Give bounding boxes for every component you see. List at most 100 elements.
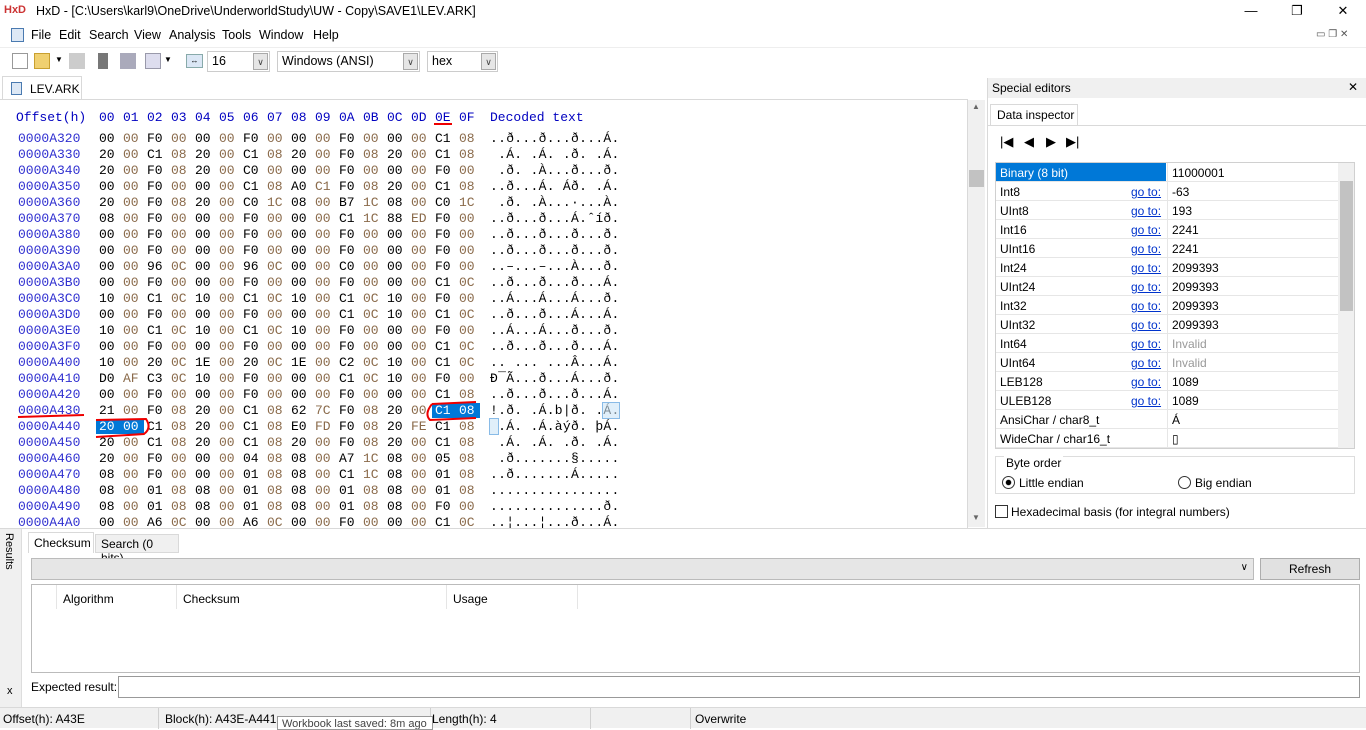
hex-byte[interactable]: F0 (147, 195, 163, 210)
hex-byte[interactable]: 00 (171, 339, 187, 354)
hex-byte[interactable]: 00 (291, 259, 307, 274)
hex-byte[interactable]: 00 (195, 227, 211, 242)
goto-link[interactable]: go to: (1131, 394, 1161, 408)
hex-byte[interactable]: 00 (411, 275, 427, 290)
menu-file[interactable]: File (31, 28, 51, 42)
hex-byte[interactable]: 08 (459, 419, 475, 434)
hex-byte[interactable]: 08 (363, 403, 379, 418)
hex-byte[interactable]: F0 (147, 307, 163, 322)
hex-byte[interactable]: 0C (267, 515, 283, 528)
hex-byte[interactable]: 10 (195, 371, 211, 386)
hex-byte[interactable]: 20 (387, 419, 403, 434)
hex-byte[interactable]: 00 (195, 179, 211, 194)
refresh-button[interactable]: Refresh (1260, 558, 1360, 580)
menu-help[interactable]: Help (313, 28, 339, 42)
hex-byte[interactable]: C1 (243, 323, 259, 338)
tab-lev-ark[interactable]: LEV.ARK (2, 76, 82, 100)
hex-byte[interactable]: C1 (435, 419, 451, 434)
hex-byte[interactable]: F0 (339, 147, 355, 162)
hex-byte[interactable]: 00 (219, 195, 235, 210)
bytes-per-row-select[interactable]: 16 ∨ (207, 51, 270, 72)
goto-link[interactable]: go to: (1131, 204, 1161, 218)
decoded-text[interactable]: ..ð...ð...ð...Á. (490, 339, 620, 354)
hex-byte[interactable]: 00 (459, 291, 475, 306)
tab-search[interactable]: Search (0 hits) (95, 534, 179, 565)
hex-byte[interactable]: C1 (435, 307, 451, 322)
hex-byte[interactable]: 08 (363, 147, 379, 162)
menu-search[interactable]: Search (89, 28, 129, 42)
hex-byte[interactable]: 00 (123, 179, 139, 194)
hex-byte[interactable]: 00 (123, 259, 139, 274)
hex-byte[interactable]: 00 (291, 243, 307, 258)
scroll-down-icon[interactable]: ▼ (972, 513, 980, 522)
hex-byte[interactable]: 0C (267, 355, 283, 370)
hex-byte[interactable]: 00 (387, 515, 403, 528)
hex-byte[interactable]: 00 (387, 227, 403, 242)
hex-byte[interactable]: C1 (435, 179, 451, 194)
hex-byte[interactable]: E0 (291, 419, 307, 434)
hex-byte[interactable]: 00 (411, 371, 427, 386)
decoded-text[interactable]: ..ð...ð...Á.ˆíð. (490, 211, 620, 226)
hex-byte[interactable]: 00 (315, 483, 331, 498)
hex-byte[interactable]: 20 (387, 403, 403, 418)
hex-byte[interactable]: 08 (291, 483, 307, 498)
inspector-row[interactable]: AnsiChar / char8_t Á (996, 410, 1338, 429)
hex-byte[interactable]: 00 (411, 131, 427, 146)
menu-tools[interactable]: Tools (222, 28, 251, 42)
inspector-row[interactable]: WideChar / char16_t ▯ (996, 429, 1338, 448)
inspector-row[interactable]: Int32 go to: 2099393 (996, 296, 1338, 315)
hex-byte[interactable]: 96 (243, 259, 259, 274)
hex-byte[interactable]: 00 (387, 323, 403, 338)
hex-byte[interactable]: C1 (147, 291, 163, 306)
hex-byte[interactable]: C1 (339, 307, 355, 322)
hex-byte[interactable]: 00 (459, 323, 475, 338)
decoded-text[interactable]: ..ð.......Á..... (490, 467, 620, 482)
hex-byte[interactable]: 08 (459, 179, 475, 194)
hex-byte[interactable]: 00 (291, 371, 307, 386)
hex-byte[interactable]: 10 (291, 291, 307, 306)
hex-byte[interactable]: 00 (219, 291, 235, 306)
hex-byte[interactable]: 21 (99, 403, 115, 418)
hex-byte[interactable]: 00 (219, 515, 235, 528)
goto-link[interactable]: go to: (1131, 185, 1161, 199)
hex-byte[interactable]: 01 (435, 467, 451, 482)
inspector-value[interactable]: 2099393 (1172, 280, 1219, 294)
inspector-value[interactable]: 2099393 (1172, 299, 1219, 313)
hex-byte[interactable]: 00 (219, 243, 235, 258)
hex-byte[interactable]: C0 (339, 259, 355, 274)
decoded-text[interactable]: !.ð. .Á.b|ð. .Á. (490, 403, 620, 418)
hex-byte[interactable]: 0C (459, 339, 475, 354)
hex-byte[interactable]: 08 (459, 451, 475, 466)
inspector-row[interactable]: Int64 go to: Invalid (996, 334, 1338, 353)
hex-byte[interactable]: 08 (387, 483, 403, 498)
hex-byte[interactable]: 08 (99, 483, 115, 498)
close-button[interactable]: ✕ (1320, 0, 1366, 24)
hex-byte[interactable]: F0 (339, 419, 355, 434)
hex-byte[interactable]: C1 (339, 467, 355, 482)
hex-byte[interactable]: 00 (291, 163, 307, 178)
hex-byte[interactable]: 00 (291, 515, 307, 528)
hex-byte[interactable]: F0 (339, 131, 355, 146)
hex-byte[interactable]: F0 (435, 259, 451, 274)
hex-byte[interactable]: 00 (315, 435, 331, 450)
hex-byte[interactable]: 00 (363, 387, 379, 402)
hex-byte[interactable]: 00 (171, 227, 187, 242)
hex-byte[interactable]: 1C (363, 467, 379, 482)
hex-byte[interactable]: 00 (315, 131, 331, 146)
hex-byte[interactable]: 08 (363, 499, 379, 514)
file-tools-icon[interactable] (145, 53, 161, 69)
hex-byte[interactable]: 00 (123, 339, 139, 354)
hex-byte[interactable]: 00 (120, 419, 144, 434)
hex-byte[interactable]: 01 (339, 483, 355, 498)
hex-byte[interactable]: C1 (435, 387, 451, 402)
hex-byte[interactable]: 1C (363, 195, 379, 210)
hex-byte[interactable]: 01 (243, 483, 259, 498)
hex-byte[interactable]: F0 (147, 227, 163, 242)
hex-byte[interactable]: 00 (459, 211, 475, 226)
hex-byte[interactable]: F0 (435, 291, 451, 306)
decoded-text[interactable]: Ð¯Ã...ð...Á...ð. (490, 371, 620, 386)
hex-byte[interactable]: 00 (195, 467, 211, 482)
hex-byte[interactable]: 08 (291, 195, 307, 210)
hex-byte[interactable]: 00 (315, 227, 331, 242)
hex-byte[interactable]: 00 (171, 179, 187, 194)
